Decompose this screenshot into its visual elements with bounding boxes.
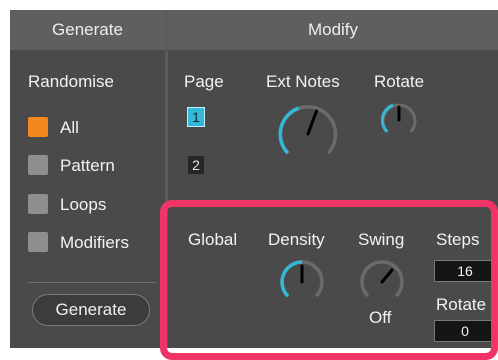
page-button-1[interactable]: 1 <box>187 107 205 127</box>
checkbox-modifiers[interactable] <box>28 232 48 252</box>
modify-panel: Modify Page 1 2 Ext Notes Rotate Global … <box>168 10 498 348</box>
ext-notes-label: Ext Notes <box>266 72 340 91</box>
checkbox-pattern-label: Pattern <box>60 156 115 175</box>
global-label: Global <box>188 230 238 249</box>
page-label: Page <box>184 72 224 91</box>
rotate-label: Rotate <box>374 72 425 91</box>
page-button-2[interactable]: 2 <box>188 156 204 174</box>
steps-number-box[interactable]: 16 <box>434 260 496 282</box>
density-label: Density <box>268 230 325 249</box>
density-knob[interactable] <box>280 260 324 304</box>
global-rotate-number-box[interactable]: 0 <box>434 320 496 342</box>
swing-value: Off <box>369 308 392 327</box>
swing-knob[interactable] <box>360 260 404 304</box>
rotate-knob[interactable] <box>381 102 417 138</box>
checkbox-pattern[interactable] <box>28 155 48 175</box>
global-rotate-label: Rotate <box>436 295 487 314</box>
checkbox-modifiers-label: Modifiers <box>60 233 129 252</box>
device-panel: Generate Randomise All Pattern Loops Mod… <box>10 10 498 360</box>
steps-label: Steps <box>436 230 480 249</box>
generate-button[interactable]: Generate <box>32 294 150 326</box>
divider <box>28 282 156 283</box>
swing-label: Swing <box>358 230 405 249</box>
checkbox-loops[interactable] <box>28 194 48 214</box>
generate-header: Generate <box>10 10 165 50</box>
generate-panel: Generate Randomise All Pattern Loops Mod… <box>10 10 165 348</box>
modify-header: Modify <box>168 10 498 50</box>
checkbox-all[interactable] <box>28 117 48 137</box>
checkbox-loops-label: Loops <box>60 195 107 214</box>
randomise-label: Randomise <box>28 72 114 91</box>
checkbox-all-label: All <box>60 118 79 137</box>
ext-notes-knob[interactable] <box>276 102 340 166</box>
